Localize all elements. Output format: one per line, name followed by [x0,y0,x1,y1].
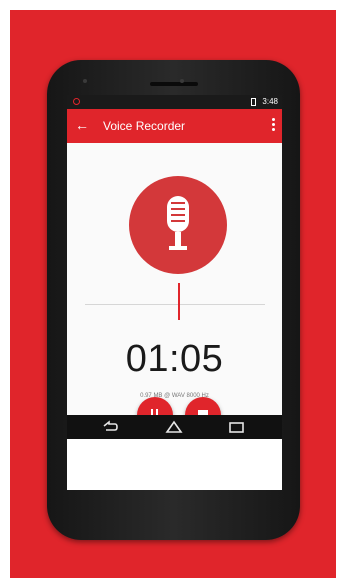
elapsed-time: 01:05 [125,338,224,380]
recorder-panel: 01:05 0.97 MB @ WAV 8000 Hz [67,143,282,415]
nav-home-icon[interactable] [164,419,184,435]
promo-frame: 3:48 ← Voice Recorder 01:05 0.97 MB @ WA… [0,0,347,587]
status-time: 3:48 [262,97,278,106]
notification-icon [73,98,80,105]
record-indicator [129,176,227,274]
recording-info: 0.97 MB @ WAV 8000 Hz [140,393,209,399]
nav-recents-icon[interactable] [227,419,247,435]
waveform-baseline [85,304,265,305]
phone-screen: 3:48 ← Voice Recorder 01:05 0.97 MB @ WA… [67,95,282,490]
playhead-marker [178,283,180,320]
back-arrow-icon[interactable]: ← [75,117,89,133]
battery-icon [251,98,256,106]
nav-back-icon[interactable] [100,419,120,435]
status-bar: 3:48 [67,95,282,109]
overflow-menu-icon[interactable] [272,118,276,133]
earpiece-speaker [149,82,198,86]
system-nav-bar [67,415,282,439]
front-camera [180,79,184,83]
app-bar: ← Voice Recorder [67,109,282,143]
app-title: Voice Recorder [103,119,186,133]
microphone-icon [167,196,189,250]
sensor-dot [83,79,87,83]
